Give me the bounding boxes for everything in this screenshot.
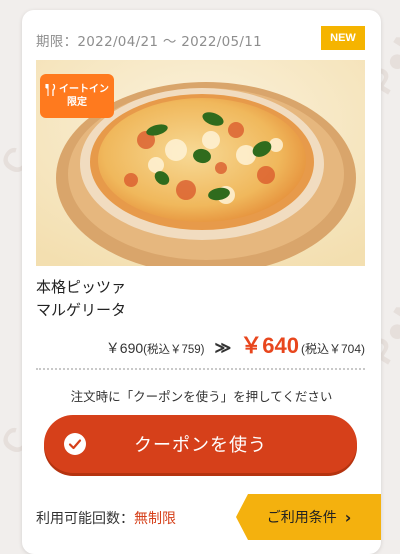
product-name-line2: マルゲリータ xyxy=(36,301,127,319)
product-image: イートイン 限定 xyxy=(36,60,365,266)
use-coupon-label: クーポンを使う xyxy=(134,435,267,456)
use-coupon-button[interactable]: クーポンを使う xyxy=(44,415,357,473)
check-icon xyxy=(64,433,86,455)
fork-knife-icon xyxy=(45,83,56,96)
coupon-price-tax: (税込￥704) xyxy=(300,342,365,356)
usage-count-value: 無制限 xyxy=(134,511,176,527)
regular-price-tax: (税込￥759) xyxy=(143,344,205,356)
eat-in-only-tag: イートイン 限定 xyxy=(40,74,114,118)
period-separator: 〜 xyxy=(162,34,177,50)
usage-count-label: 利用可能回数： xyxy=(36,511,134,527)
usage-count: 利用可能回数：無制限 xyxy=(36,508,176,528)
dotted-divider xyxy=(36,368,365,370)
period-end: 2022/05/11 xyxy=(181,34,263,50)
product-name-line1: 本格ピッツァ xyxy=(36,278,127,296)
period-label: 期限： xyxy=(36,34,78,50)
price-row: ￥690 (税込￥759) ≫ ￥640 (税込￥704) xyxy=(22,328,381,362)
usage-instruction: 注文時に「クーポンを使う」を押してください xyxy=(70,389,333,404)
coupon-price: ￥640 xyxy=(240,333,299,358)
tag-line1: イートイン xyxy=(59,84,109,95)
regular-price: ￥690 xyxy=(105,340,144,356)
chevron-right-icon: › xyxy=(344,507,352,527)
conditions-label: ご利用条件 xyxy=(266,510,337,526)
coupon-card: 期限：2022/04/21 〜 2022/05/11 NEW イートイン 限定 … xyxy=(22,10,381,554)
price-arrow: ≫ xyxy=(214,340,232,357)
conditions-button[interactable]: ご利用条件 › xyxy=(236,494,381,540)
new-badge: NEW xyxy=(321,26,365,50)
period-start: 2022/04/21 xyxy=(77,34,159,50)
tag-line2: 限定 xyxy=(67,97,87,108)
validity-period: 期限：2022/04/21 〜 2022/05/11 xyxy=(36,30,262,50)
